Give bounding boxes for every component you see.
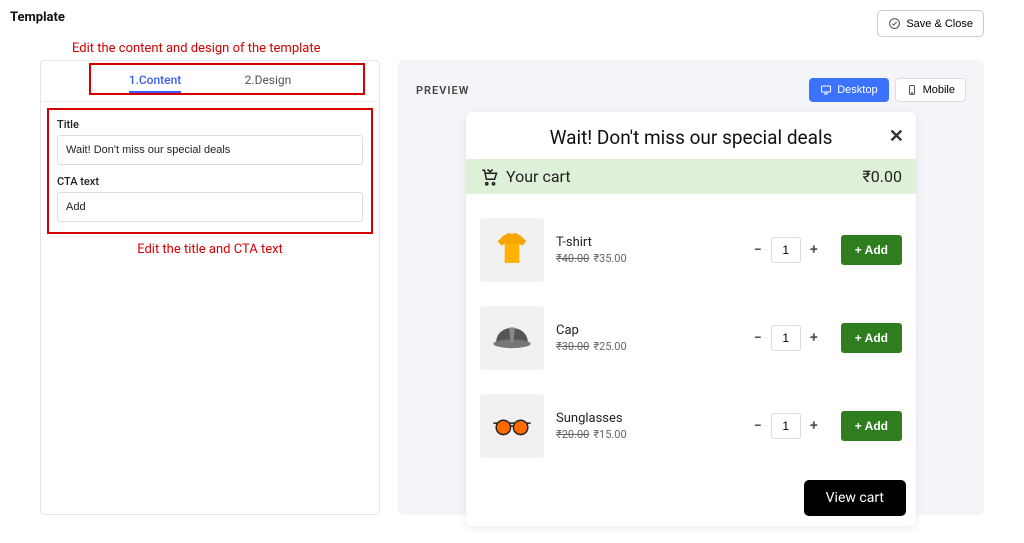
- save-close-label: Save & Close: [906, 18, 973, 30]
- preview-panel: PREVIEW Desktop Mobile ✕ Wait! Don't mis…: [398, 60, 984, 515]
- cart-label: Your cart: [506, 167, 571, 186]
- qty-plus-button[interactable]: +: [807, 242, 821, 258]
- tab-design[interactable]: 2.Design: [245, 73, 292, 93]
- check-circle-icon: [888, 17, 901, 30]
- qty-minus-button[interactable]: −: [751, 330, 765, 346]
- add-button[interactable]: + Add: [841, 323, 902, 353]
- preview-label: PREVIEW: [416, 84, 469, 97]
- tshirt-icon: [489, 227, 535, 273]
- product-new-price: ₹25.00: [593, 340, 626, 353]
- mobile-icon: [906, 84, 918, 96]
- product-row: Sunglasses ₹20.00 ₹15.00 − + + Add: [480, 382, 902, 470]
- product-thumb: [480, 394, 544, 458]
- qty-minus-button[interactable]: −: [751, 242, 765, 258]
- product-thumb: [480, 218, 544, 282]
- cap-icon: [489, 315, 535, 361]
- product-new-price: ₹35.00: [593, 252, 626, 265]
- save-close-button[interactable]: Save & Close: [877, 10, 984, 37]
- editor-panel: 1.Content 2.Design Title CTA text Edit t…: [40, 60, 380, 515]
- qty-plus-button[interactable]: +: [807, 330, 821, 346]
- popup-title: Wait! Don't miss our special deals: [466, 112, 916, 159]
- product-new-price: ₹15.00: [593, 428, 626, 441]
- product-row: Cap ₹30.00 ₹25.00 − + + Add: [480, 294, 902, 382]
- hint-tabs: Edit the content and design of the templ…: [72, 41, 1024, 56]
- desktop-label: Desktop: [837, 84, 877, 96]
- desktop-view-button[interactable]: Desktop: [809, 78, 888, 102]
- close-icon[interactable]: ✕: [889, 126, 904, 147]
- cart-icon: [480, 168, 498, 186]
- product-row: T-shirt ₹40.00 ₹35.00 − + + Add: [480, 206, 902, 294]
- product-old-price: ₹20.00: [556, 428, 589, 441]
- cta-input[interactable]: [57, 192, 363, 222]
- cart-total: ₹0.00: [863, 167, 902, 186]
- add-button[interactable]: + Add: [841, 411, 902, 441]
- product-name: Sunglasses: [556, 411, 739, 426]
- preview-popup: ✕ Wait! Don't miss our special deals You…: [466, 112, 916, 526]
- product-thumb: [480, 306, 544, 370]
- qty-input[interactable]: [771, 413, 801, 439]
- product-name: T-shirt: [556, 235, 739, 250]
- view-cart-button[interactable]: View cart: [804, 480, 906, 516]
- qty-minus-button[interactable]: −: [751, 418, 765, 434]
- cart-bar: Your cart ₹0.00: [466, 159, 916, 194]
- hint-form: Edit the title and CTA text: [41, 242, 379, 257]
- qty-input[interactable]: [771, 237, 801, 263]
- monitor-icon: [820, 84, 832, 96]
- title-label: Title: [57, 118, 363, 131]
- sunglasses-icon: [489, 403, 535, 449]
- callout-box-form: Title CTA text: [47, 108, 373, 234]
- product-name: Cap: [556, 323, 739, 338]
- add-button[interactable]: + Add: [841, 235, 902, 265]
- tab-content[interactable]: 1.Content: [129, 73, 182, 93]
- mobile-view-button[interactable]: Mobile: [895, 78, 966, 102]
- cta-label: CTA text: [57, 175, 363, 188]
- product-old-price: ₹40.00: [556, 252, 589, 265]
- product-old-price: ₹30.00: [556, 340, 589, 353]
- mobile-label: Mobile: [923, 84, 955, 96]
- qty-plus-button[interactable]: +: [807, 418, 821, 434]
- qty-input[interactable]: [771, 325, 801, 351]
- title-input[interactable]: [57, 135, 363, 165]
- page-title: Template: [10, 10, 65, 25]
